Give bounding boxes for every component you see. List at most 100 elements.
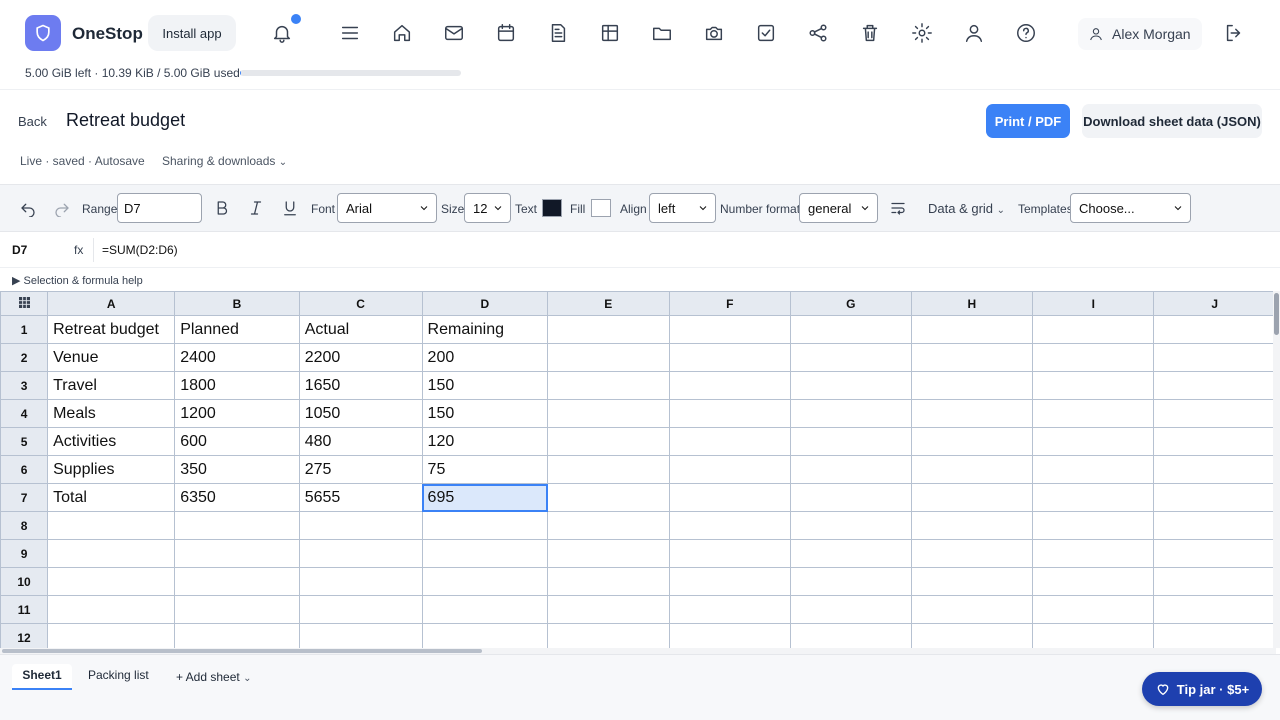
cell-i6[interactable] [1032,455,1155,484]
cell-a7[interactable]: Total [47,483,176,512]
cell-f9[interactable] [668,539,792,568]
sheet-tab-sheet1[interactable]: Sheet1 [12,664,72,690]
cell-g2[interactable] [790,343,912,372]
horizontal-scroll-thumb[interactable] [2,649,482,653]
cell-i8[interactable] [1032,511,1155,540]
cell-g10[interactable] [790,567,912,596]
share-icon[interactable] [806,21,830,45]
cell-d7[interactable]: 695 [421,483,549,512]
cell-b3[interactable]: 1800 [174,371,300,400]
cell-d3[interactable]: 150 [421,371,549,400]
add-sheet-button[interactable]: + Add sheet ⌄ [176,670,251,684]
cell-e11[interactable] [547,595,670,624]
cell-a3[interactable]: Travel [47,371,176,400]
cell-c12[interactable] [298,623,423,648]
cell-a6[interactable]: Supplies [47,455,176,484]
cell-c10[interactable] [298,567,423,596]
cell-j11[interactable] [1153,595,1276,624]
range-input[interactable] [117,193,202,223]
cell-d1[interactable]: Remaining [421,315,549,344]
print-pdf-button[interactable]: Print / PDF [986,104,1070,138]
column-header-e[interactable]: E [547,291,670,316]
sharing-downloads-menu[interactable]: Sharing & downloads ⌄ [162,154,287,168]
cell-g8[interactable] [790,511,912,540]
cell-c3[interactable]: 1650 [298,371,423,400]
cell-g7[interactable] [790,483,912,512]
cell-j3[interactable] [1153,371,1276,400]
cell-c5[interactable]: 480 [298,427,423,456]
column-header-j[interactable]: J [1153,291,1276,316]
cell-c7[interactable]: 5655 [298,483,423,512]
cell-j10[interactable] [1153,567,1276,596]
cell-h1[interactable] [910,315,1034,344]
vertical-scroll-thumb[interactable] [1274,293,1279,335]
cell-d11[interactable] [421,595,549,624]
cell-c1[interactable]: Actual [298,315,423,344]
column-header-c[interactable]: C [298,291,423,316]
cell-d6[interactable]: 75 [421,455,549,484]
cell-c9[interactable] [298,539,423,568]
cell-g5[interactable] [790,427,912,456]
cell-e6[interactable] [547,455,670,484]
cell-a11[interactable] [47,595,176,624]
cell-a9[interactable] [47,539,176,568]
number-format-select[interactable]: general [799,193,878,223]
cell-h9[interactable] [910,539,1034,568]
cell-d4[interactable]: 150 [421,399,549,428]
gear-icon[interactable] [910,21,934,45]
cell-j12[interactable] [1153,623,1276,648]
cell-f10[interactable] [668,567,792,596]
cell-f12[interactable] [668,623,792,648]
calendar-icon[interactable] [494,21,518,45]
menu-icon[interactable] [338,21,362,45]
back-link[interactable]: Back [18,114,47,129]
cell-c2[interactable]: 2200 [298,343,423,372]
cell-e7[interactable] [547,483,670,512]
cell-h11[interactable] [910,595,1034,624]
cell-g4[interactable] [790,399,912,428]
row-header[interactable]: 8 [0,511,49,540]
redo-icon[interactable] [52,198,72,218]
cell-h2[interactable] [910,343,1034,372]
cell-d5[interactable]: 120 [421,427,549,456]
cell-b10[interactable] [174,567,300,596]
cell-f3[interactable] [668,371,792,400]
cell-d2[interactable]: 200 [421,343,549,372]
cell-b8[interactable] [174,511,300,540]
cell-e12[interactable] [547,623,670,648]
cell-e5[interactable] [547,427,670,456]
column-header-b[interactable]: B [174,291,300,316]
cell-f6[interactable] [668,455,792,484]
checkbox-icon[interactable] [754,21,778,45]
cell-d8[interactable] [421,511,549,540]
cell-b4[interactable]: 1200 [174,399,300,428]
cell-d12[interactable] [421,623,549,648]
help-icon[interactable] [1014,21,1038,45]
cell-g9[interactable] [790,539,912,568]
cell-d9[interactable] [421,539,549,568]
cell-j7[interactable] [1153,483,1276,512]
document-icon[interactable] [546,21,570,45]
grid-corner-icon[interactable] [0,291,49,316]
camera-icon[interactable] [702,21,726,45]
column-header-d[interactable]: D [421,291,549,316]
row-header[interactable]: 3 [0,371,49,400]
cell-a1[interactable]: Retreat budget [47,315,176,344]
trash-icon[interactable] [858,21,882,45]
cell-a4[interactable]: Meals [47,399,176,428]
row-header[interactable]: 9 [0,539,49,568]
cell-h6[interactable] [910,455,1034,484]
row-header[interactable]: 4 [0,399,49,428]
cell-e3[interactable] [547,371,670,400]
cell-h8[interactable] [910,511,1034,540]
spreadsheet-icon[interactable] [598,21,622,45]
undo-icon[interactable] [18,198,38,218]
cell-b12[interactable] [174,623,300,648]
cell-i12[interactable] [1032,623,1155,648]
cell-a8[interactable] [47,511,176,540]
cell-a12[interactable] [47,623,176,648]
cell-j1[interactable] [1153,315,1276,344]
cell-i3[interactable] [1032,371,1155,400]
row-header[interactable]: 10 [0,567,49,596]
cell-i5[interactable] [1032,427,1155,456]
